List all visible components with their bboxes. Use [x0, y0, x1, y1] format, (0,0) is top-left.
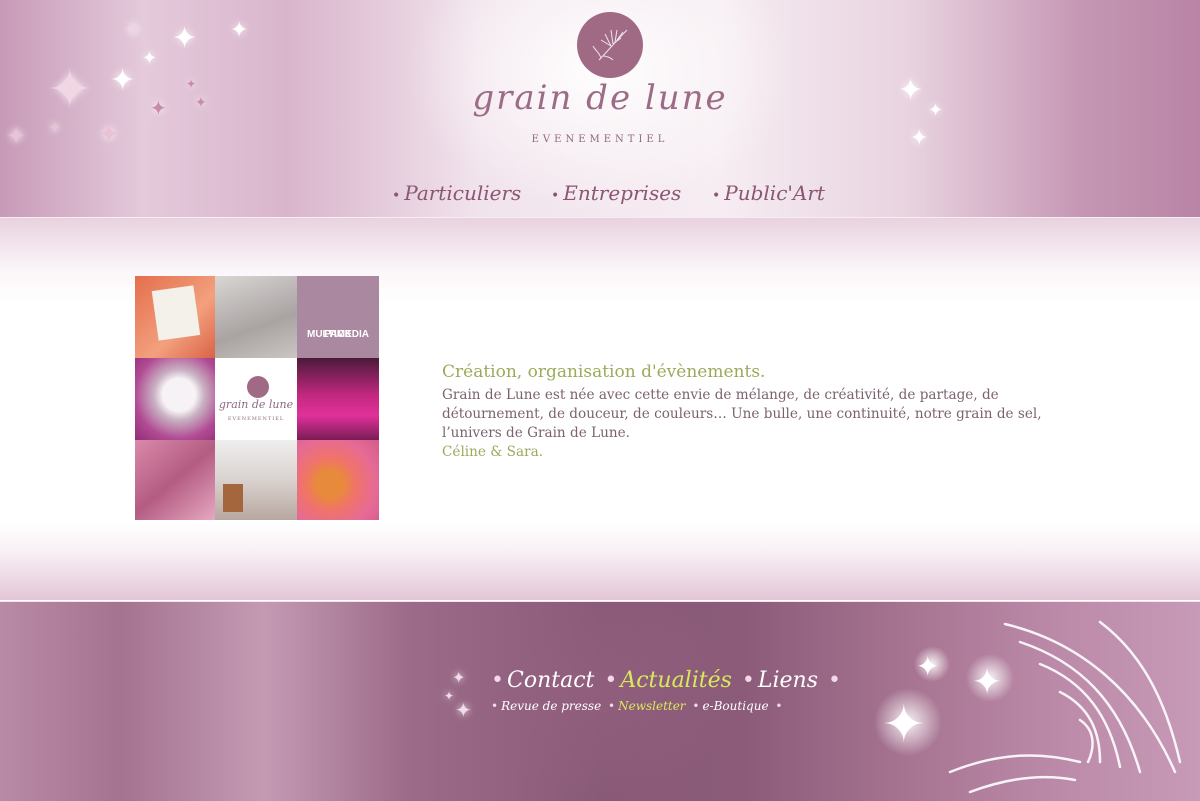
photo-tile-candy — [297, 440, 379, 520]
sparkle-star-icon: ✦ — [48, 60, 92, 120]
intro-body: Grain de Lune est née avec cette envie d… — [442, 387, 1042, 441]
intro-signature: Céline & Sara. — [442, 444, 544, 460]
sparkle-star-icon: ✦ — [150, 96, 167, 120]
sparkle-star-icon: ✦ — [928, 100, 944, 121]
bullet-dot-icon: • — [551, 188, 560, 204]
main-navigation: • Particuliers • Entreprises • Public'Art — [0, 181, 1200, 213]
mini-logo-tile: grain de lune EVENEMENTIEL — [215, 358, 297, 440]
bullet-dot-icon: • — [392, 188, 401, 204]
sparkle-star-icon: ✦ — [124, 18, 143, 43]
logo-tagline: EVENEMENTIEL — [531, 134, 669, 145]
sparkle-star-icon: ✦ — [910, 126, 929, 151]
sparkle-star-icon: ✦ — [142, 48, 158, 69]
pack-multimedia-tile[interactable]: PACK MULTIMEDIA — [297, 276, 379, 358]
intro-heading: Création, organisation d'évènements. — [442, 362, 766, 382]
nav-link-publicart[interactable]: • Public'Art — [712, 181, 825, 205]
light-burst-icon: ✦ ✦ ✦ — [874, 620, 1182, 794]
main-content: PACK MULTIMEDIA grain de lune EVENEMENTIE… — [0, 218, 1200, 600]
site-footer: ✦ ✦ ✦ • Contact • Actualités • Liens • • Rev… — [0, 601, 1200, 801]
photo-tile-table-setting — [297, 358, 379, 440]
sparkle-star-icon: ✦ — [898, 73, 924, 108]
photo-mosaic[interactable]: PACK MULTIMEDIA grain de lune EVENEMENTIE… — [135, 276, 379, 520]
mini-logo-wordmark: grain de lune — [218, 398, 294, 411]
dandelion-logo-icon — [247, 376, 269, 398]
intro-text: Création, organisation d'évènements. Gra… — [442, 362, 1082, 462]
nav-link-particuliers[interactable]: • Particuliers — [392, 181, 521, 205]
sparkle-star-icon: ✦ — [172, 21, 198, 56]
site-header: ✦ ✦ ✦ ✦ ✦ ✦ ✦ ✦ ✦ ✦ ✦ ✦ ✦ ✦ ✦ grain de l… — [0, 0, 1200, 218]
photo-tile-flowers — [135, 440, 215, 520]
svg-text:✦: ✦ — [972, 662, 1002, 703]
sparkle-star-icon: ✦ — [110, 63, 136, 98]
logo-wordmark[interactable]: grain de lune — [470, 78, 730, 118]
nav-link-label: Particuliers — [404, 181, 522, 205]
sparkle-star-icon: ✦ — [48, 118, 62, 137]
nav-link-entreprises[interactable]: • Entreprises — [551, 181, 681, 205]
sparkle-star-icon: ✦ — [230, 18, 249, 43]
photo-tile-gift-bags — [215, 276, 297, 358]
nav-link-label: Public'Art — [724, 181, 825, 205]
mini-logo-tagline: EVENEMENTIEL — [227, 416, 285, 422]
sparkle-star-icon: ✦ — [6, 122, 27, 150]
svg-text:✦: ✦ — [882, 695, 926, 755]
svg-text:✦: ✦ — [916, 650, 939, 683]
pack-multimedia-label: PACK MULTIMEDIA — [306, 329, 370, 340]
photo-tile-chair — [215, 440, 297, 520]
photo-tile-ribbon — [135, 358, 215, 440]
nav-link-label: Entreprises — [563, 181, 682, 205]
sparkle-star-icon: ✦ — [195, 95, 207, 111]
dandelion-logo-icon[interactable] — [577, 12, 643, 78]
bullet-dot-icon: • — [712, 188, 721, 204]
photo-tile-stationery — [135, 276, 215, 358]
sparkle-star-icon: ✦ — [98, 120, 120, 150]
sparkle-star-icon: ✦ — [186, 77, 197, 91]
